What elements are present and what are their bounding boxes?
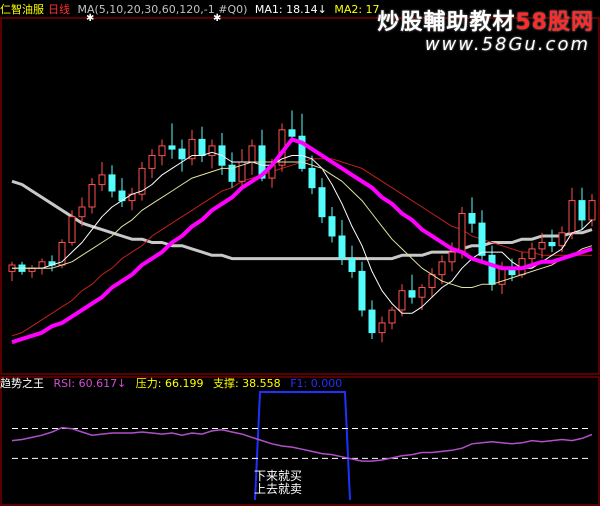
candle-body	[248, 145, 256, 163]
candle-body	[408, 290, 416, 298]
candle-body	[168, 145, 176, 150]
candle-body	[358, 270, 366, 311]
ma1-value: MA1: 18.14↓	[254, 3, 327, 16]
candle-body	[418, 287, 426, 298]
candle-body	[348, 258, 356, 273]
candle-body	[158, 145, 166, 157]
candle-body	[68, 216, 76, 243]
watermark-title: 炒股輔助教材58股网	[377, 10, 594, 35]
hidden-value: F1: 0.000	[290, 377, 343, 390]
candle-body	[78, 206, 86, 218]
ma-params: MA(5,10,20,30,60,120,-1 #Q0)	[77, 3, 248, 16]
asterisk-marker: ✱	[213, 13, 222, 24]
support-value: 支撑: 38.558	[212, 377, 281, 390]
candle-body	[138, 167, 146, 195]
indicator-title: 趋势之王	[0, 377, 44, 390]
candle-body	[468, 213, 476, 224]
candle-body	[478, 222, 486, 256]
indicator-header: 趋势之王 RSI: 60.617↓ 压力: 66.199 支撑: 38.558 …	[0, 376, 348, 392]
candle-body	[338, 235, 346, 259]
ma2-value: MA2: 17	[334, 3, 380, 16]
candle-body	[108, 174, 116, 192]
rsi-value: RSI: 60.617↓	[53, 377, 127, 390]
candle-body	[318, 187, 326, 218]
asterisk-marker: ✱	[86, 13, 95, 24]
candle-body	[148, 155, 156, 169]
stock-name: 仁智油服	[0, 3, 44, 16]
period-label: 日线	[48, 3, 70, 16]
candle-body	[288, 129, 296, 137]
candle-body	[448, 251, 456, 263]
candle-body	[88, 184, 96, 208]
candle-body	[328, 216, 336, 237]
candle-body	[588, 200, 596, 221]
candle-body	[308, 167, 316, 189]
candle-body	[458, 213, 466, 253]
candle-body	[208, 145, 216, 157]
candle-body	[578, 200, 586, 221]
candle-body	[388, 309, 396, 324]
candle-body	[548, 242, 556, 247]
candle-body	[98, 174, 106, 186]
candle-body	[198, 138, 206, 156]
candle-body	[178, 148, 186, 160]
chart-canvas	[0, 0, 600, 506]
candle-body	[528, 248, 536, 260]
pressure-value: 压力: 66.199	[135, 377, 204, 390]
candle-body	[368, 309, 376, 334]
annotation-sell: 上去就卖	[254, 482, 303, 496]
candle-body	[558, 232, 566, 247]
watermark-url: www.58Gu.com	[424, 34, 590, 55]
chart-header: 仁智油服 日线 MA(5,10,20,30,60,120,-1 #Q0) MA1:…	[0, 2, 384, 18]
candle-body	[398, 290, 406, 311]
candle-body	[378, 322, 386, 334]
candle-body	[438, 261, 446, 276]
annotation: 下来就买 上去就卖	[254, 470, 302, 496]
candle-body	[568, 200, 576, 234]
candle-body	[538, 242, 546, 250]
candle-body	[488, 254, 496, 285]
